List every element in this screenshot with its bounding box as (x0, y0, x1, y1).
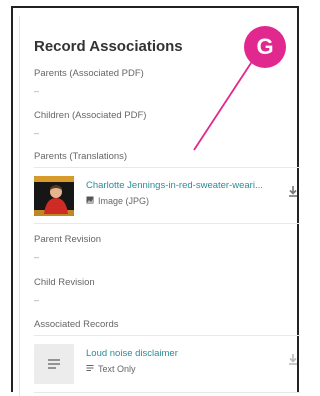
panel-title: Record Associations (34, 38, 183, 55)
section-label-children-pdf: Children (Associated PDF) (34, 110, 147, 121)
section-label-parent-revision: Parent Revision (34, 234, 102, 245)
associated-record-row[interactable]: Loud noise disclaimer Text Only (34, 338, 304, 388)
annotation-badge-letter: G (256, 34, 274, 59)
section-label-child-revision: Child Revision (34, 277, 95, 288)
children-pdf-empty: – (34, 128, 40, 138)
record-type: Image (JPG) (86, 196, 149, 206)
record-type-label: Text Only (98, 364, 136, 374)
record-name-link[interactable]: Loud noise disclaimer (86, 348, 276, 359)
divider (34, 223, 300, 224)
record-name-link[interactable]: Charlotte Jennings-in-red-sweater-weari.… (86, 180, 276, 191)
record-type-label: Image (JPG) (98, 196, 150, 206)
download-icon[interactable] (286, 184, 300, 198)
section-label-parents-translations: Parents (Translations) (34, 151, 128, 162)
section-label-parents-pdf: Parents (Associated PDF) (34, 68, 144, 79)
translation-record-row[interactable]: Charlotte Jennings-in-red-sweater-weari.… (34, 170, 304, 220)
text-record-thumbnail[interactable] (34, 344, 74, 384)
record-thumbnail[interactable] (34, 176, 74, 216)
download-icon[interactable] (286, 352, 300, 366)
divider (34, 167, 300, 168)
divider (34, 335, 300, 336)
parent-revision-empty: – (34, 252, 40, 262)
child-revision-empty: – (34, 295, 40, 305)
divider (34, 392, 300, 393)
parents-pdf-empty: – (34, 86, 40, 96)
image-icon (86, 196, 94, 206)
text-icon (86, 364, 94, 374)
record-associations-panel: Record Associations Parents (Associated … (19, 16, 300, 396)
annotation-badge: G (244, 26, 286, 68)
record-type: Text Only (86, 364, 136, 374)
section-label-associated-records: Associated Records (34, 319, 119, 330)
